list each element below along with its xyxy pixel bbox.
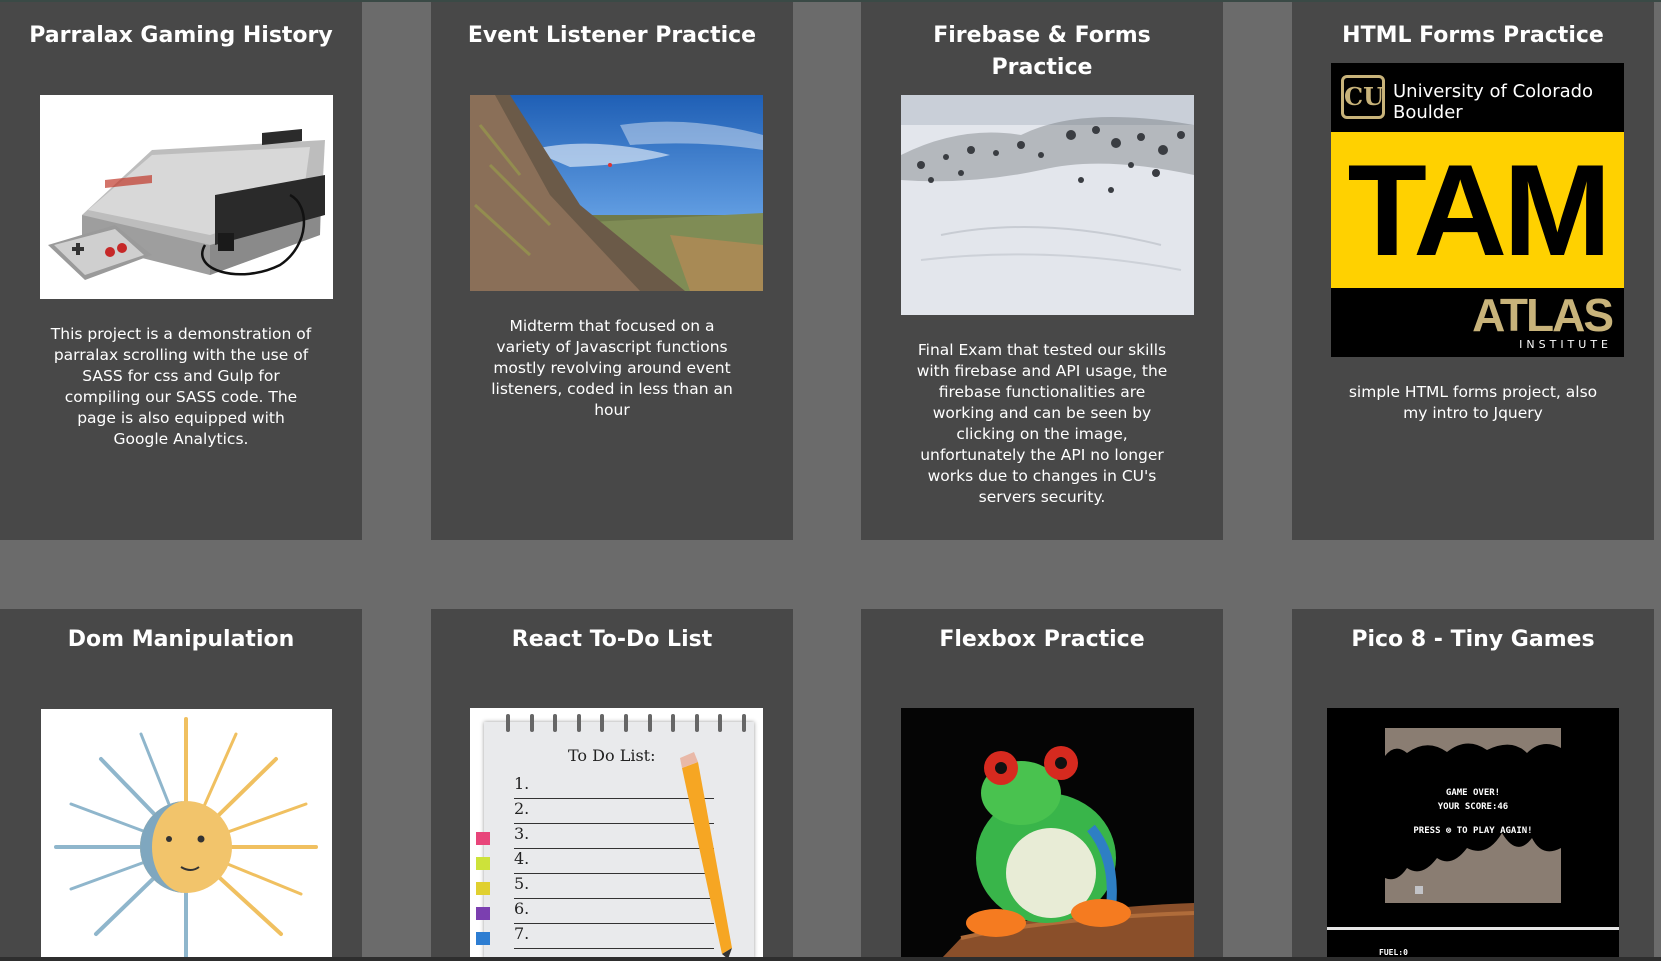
cu-logo-icon: CU: [1341, 75, 1385, 119]
card-title: Firebase & Forms Practice: [933, 23, 1151, 80]
card-title: Parralax Gaming History: [29, 23, 333, 48]
project-card-html-forms[interactable]: HTML Forms Practice CU University of Col…: [1292, 2, 1654, 540]
card-description: Final Exam that tested our skills with f…: [916, 341, 1168, 506]
card-title: Event Listener Practice: [467, 23, 757, 48]
card-title: Dom Manipulation: [67, 627, 295, 652]
project-card-dom-manipulation[interactable]: Dom Manipulation: [0, 609, 362, 959]
project-image-tam-logo[interactable]: CU University of Colorado Boulder TAM AT…: [1331, 63, 1624, 357]
project-card-react-todo[interactable]: React To-Do List To Do List: 1. 2. 3. 4.…: [431, 609, 793, 959]
card-description: simple HTML forms project, also my intro…: [1348, 383, 1598, 422]
screen-divider: [1327, 927, 1619, 930]
card-description: Midterm that focused on a variety of Jav…: [491, 317, 733, 419]
tree-frog-illustration: [901, 708, 1194, 959]
sun-moon-illustration: [54, 717, 318, 959]
logo-university: University of Colorado: [1393, 81, 1594, 102]
card-title: HTML Forms Practice: [1342, 23, 1604, 48]
card-title: Pico 8 - Tiny Games: [1351, 627, 1595, 652]
project-card-parralax[interactable]: Parralax Gaming History This project is …: [0, 2, 362, 540]
card-title: Flexbox Practice: [939, 627, 1145, 652]
project-card-pico8[interactable]: Pico 8 - Tiny Games GAME OVER! YOUR SCOR…: [1292, 609, 1654, 959]
project-image-sun-moon[interactable]: [41, 709, 332, 959]
project-image-todo[interactable]: To Do List: 1. 2. 3. 4. 5. 6. 7.: [470, 708, 763, 959]
logo-institute: INSTITUTE: [1519, 338, 1612, 351]
project-image-pico8[interactable]: GAME OVER! YOUR SCORE:46 PRESS ⊗ TO PLAY…: [1327, 708, 1619, 959]
project-card-firebase[interactable]: Firebase & Forms Practice Final Exam tha…: [861, 2, 1223, 540]
project-card-flexbox[interactable]: Flexbox Practice: [861, 609, 1223, 959]
project-image-nes[interactable]: [40, 95, 333, 299]
logo-tam: TAM: [1331, 132, 1624, 288]
logo-campus: Boulder: [1393, 102, 1463, 123]
project-card-event-listener[interactable]: Event Listener Practice Midterm that foc…: [431, 2, 793, 540]
press-to-play-text: PRESS ⊗ TO PLAY AGAIN!: [1413, 826, 1533, 836]
card-description: This project is a demonstration of parra…: [50, 325, 312, 448]
nes-console-illustration: [48, 129, 325, 280]
climber-photo-illustration: [470, 95, 763, 291]
pico8-cave-illustration: [1327, 708, 1619, 924]
snowy-mountain-illustration: [901, 95, 1194, 315]
bottom-border: [0, 957, 1661, 961]
card-title: React To-Do List: [511, 627, 713, 652]
project-image-climber[interactable]: [470, 95, 763, 291]
project-image-frog[interactable]: [901, 708, 1194, 959]
score-text: YOUR SCORE:46: [1437, 802, 1509, 812]
pencil-icon: [680, 752, 732, 959]
project-image-snow[interactable]: [901, 95, 1194, 315]
game-over-text: GAME OVER!: [1445, 788, 1501, 798]
logo-atlas: ATLAS: [1472, 289, 1614, 341]
